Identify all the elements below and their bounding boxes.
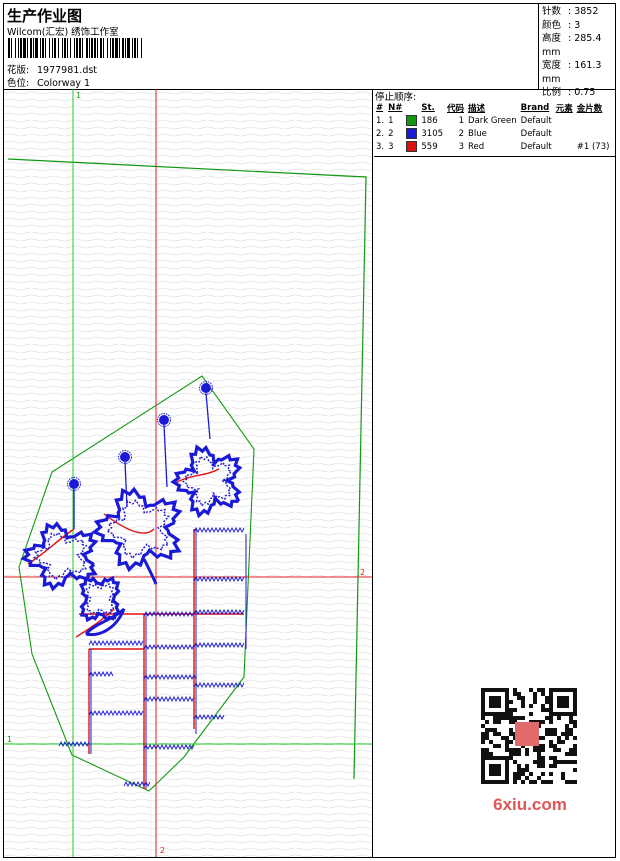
design-label: 花版: — [7, 65, 30, 76]
guide-h1-label: 1 — [7, 735, 12, 744]
stat-scale: 比例: 0.75 — [542, 87, 596, 98]
col-brand: Brand — [520, 102, 550, 113]
stat-width: 宽度: 161.3 mm — [542, 60, 602, 85]
guide-v1-label: 1 — [76, 91, 81, 100]
stat-stitches: 针数: 3852 — [542, 6, 599, 17]
color-swatch — [406, 115, 418, 126]
col-code: 代码 — [447, 103, 465, 114]
table-row: 1. 1 186 1 Dark Green Default — [376, 115, 552, 126]
col-element: 元素 — [555, 103, 573, 114]
colorway-value: Colorway 1 — [37, 78, 91, 89]
col-st: St. — [421, 102, 435, 113]
table-row: 3. 3 559 3 Red Default #1 (73) — [376, 141, 610, 152]
colorway-label: 色位: — [7, 78, 30, 89]
barcode — [8, 38, 142, 58]
col-swatch — [404, 101, 419, 114]
col-n: N# — [388, 102, 403, 113]
guide-v2-label: 2 — [160, 846, 165, 855]
table-row: 2. 2 3105 2 Blue Default — [376, 128, 552, 139]
guide-h2-label: 2 — [360, 568, 365, 577]
colorway-line: 色位: Colorway 1 — [7, 75, 90, 89]
studio-name: Wilcom(汇宏) 绣饰工作室 — [7, 27, 119, 38]
stat-colors: 颜色: 3 — [542, 19, 581, 31]
table-divider — [374, 156, 615, 157]
header: 生产作业图 Wilcom(汇宏) 绣饰工作室 花版: 1977981.dst 色位… — [4, 4, 615, 98]
col-desc: 描述 — [468, 103, 486, 114]
watermark-text: 6xiu.com — [493, 795, 567, 814]
table-header: # N# St. 代码 描述 Brand 元素 金片数 — [374, 101, 611, 114]
fabric-texture — [4, 89, 372, 857]
production-sheet: 生产作业图 Wilcom(汇宏) 绣饰工作室 花版: 1977981.dst 色位… — [3, 3, 616, 858]
col-num: # — [376, 102, 384, 113]
design-stats: 针数: 3852 颜色: 3 高度: 285.4 mm 宽度: 161.3 mm… — [542, 5, 615, 100]
page-title: 生产作业图 — [7, 7, 83, 25]
stat-height: 高度: 285.4 mm — [542, 33, 602, 58]
logo-stamp-icon — [515, 722, 539, 746]
col-sequins: 金片数 — [576, 103, 603, 114]
design-preview: 1 2 2 1 — [4, 89, 373, 857]
color-swatch — [406, 128, 418, 139]
embroidery-drawing: 1 2 2 1 — [4, 89, 372, 857]
watermark: 6xiu.com — [471, 682, 589, 822]
header-info: 生产作业图 Wilcom(汇宏) 绣饰工作室 花版: 1977981.dst 色位… — [4, 4, 539, 89]
stop-sequence-table: # N# St. 代码 描述 Brand 元素 金片数 1. 1 186 1 D… — [374, 101, 611, 153]
design-line: 花版: 1977981.dst — [7, 62, 97, 76]
color-swatch — [406, 141, 418, 152]
